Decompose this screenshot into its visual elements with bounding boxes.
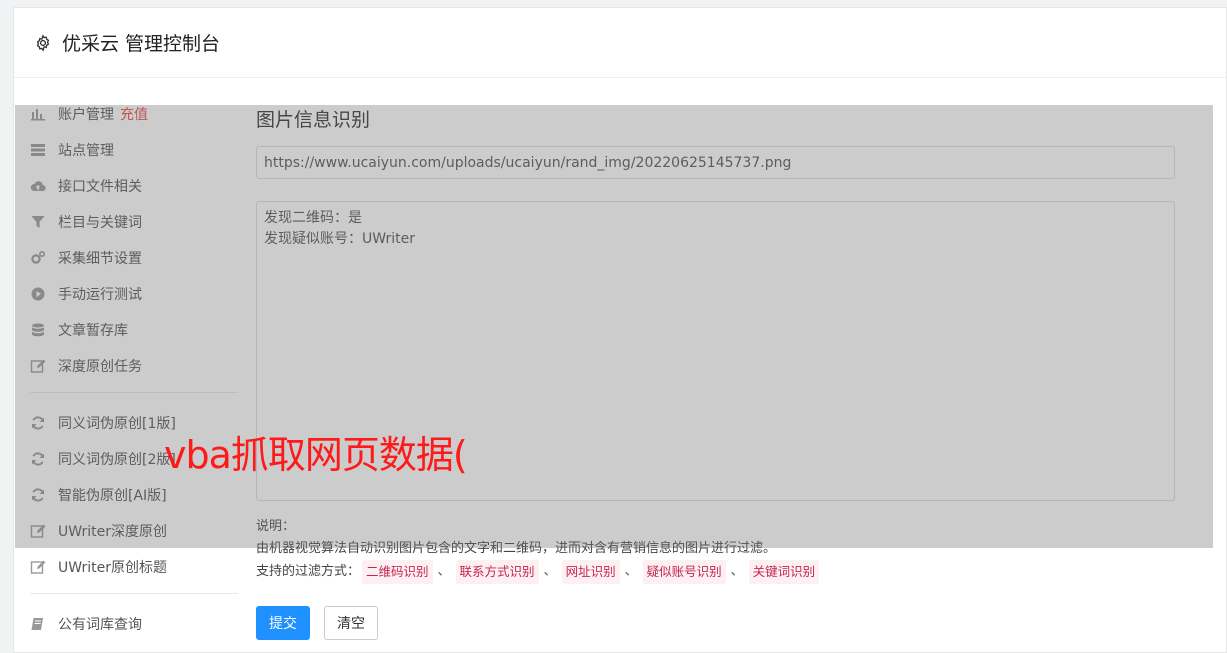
database-icon bbox=[30, 322, 46, 338]
sidebar-item[interactable]: 栏目与关键词 bbox=[30, 204, 238, 240]
result-line: 发现疑似账号：UWriter bbox=[264, 231, 415, 247]
sidebar-item[interactable]: UWriter深度原创 bbox=[30, 513, 238, 549]
submit-button[interactable]: 提交 bbox=[256, 606, 310, 640]
section-title: 图片信息识别 bbox=[256, 109, 371, 131]
description-label: 说明： bbox=[256, 519, 296, 534]
sidebar-item-label: 手动运行测试 bbox=[58, 287, 142, 303]
sidebar-item-label: 公有词库查询 bbox=[58, 617, 142, 633]
refresh-icon bbox=[30, 451, 46, 467]
sidebar-nav: 账户管理 充值站点管理接口文件相关 栏目与关键词 采集细节设置 手动运行测试 文章暂存库深… bbox=[30, 96, 238, 642]
filter-methods: 支持的过滤方式： 二维码识别 、 联系方式识别 、 网址识别 、 疑似账号识别 … bbox=[256, 560, 1177, 584]
image-url-input[interactable] bbox=[256, 146, 1175, 179]
gear-icon bbox=[34, 33, 52, 52]
edit-icon bbox=[30, 358, 46, 374]
sidebar-item[interactable]: 账户管理 充值 bbox=[30, 96, 238, 132]
sidebar-item-label: 同义词伪原创[1版] bbox=[58, 416, 176, 432]
filter-tag: 网址识别 bbox=[561, 560, 620, 584]
sidebar-item[interactable]: 公有词库查询 bbox=[30, 606, 238, 642]
result-line: 发现二维码：是 bbox=[264, 210, 362, 226]
sidebar-divider bbox=[30, 593, 238, 594]
sidebar-item-label: 文章暂存库 bbox=[58, 323, 128, 339]
action-buttons: 提交 清空 bbox=[256, 606, 1177, 640]
separator: 、 bbox=[543, 564, 557, 579]
sidebar-item-label: 智能伪原创[AI版] bbox=[58, 488, 167, 504]
sidebar-item-label: UWriter深度原创 bbox=[58, 524, 167, 540]
sidebar-item[interactable]: 采集细节设置 bbox=[30, 240, 238, 276]
sidebar-item[interactable]: 深度原创任务 bbox=[30, 348, 238, 384]
cloud-upload-icon bbox=[30, 178, 46, 194]
sidebar-item[interactable]: UWriter原创标题 bbox=[30, 549, 238, 585]
server-icon bbox=[30, 142, 46, 158]
sidebar-item-label: 站点管理 bbox=[58, 143, 114, 159]
sidebar-item-label: UWriter原创标题 bbox=[58, 560, 167, 576]
sidebar-item[interactable]: 接口文件相关 bbox=[30, 168, 238, 204]
separator: 、 bbox=[730, 564, 744, 579]
separator: 、 bbox=[624, 564, 638, 579]
edit-icon bbox=[30, 559, 46, 575]
sidebar-item-label: 栏目与关键词 bbox=[58, 215, 142, 231]
refresh-icon bbox=[30, 487, 46, 503]
sidebar-item[interactable]: 文章暂存库 bbox=[30, 312, 238, 348]
play-circle-icon bbox=[30, 286, 46, 302]
book-icon bbox=[30, 616, 46, 632]
sidebar-divider bbox=[30, 392, 238, 393]
refresh-icon bbox=[30, 415, 46, 431]
sidebar-item-label: 接口文件相关 bbox=[58, 179, 142, 195]
bar-chart-icon bbox=[30, 106, 46, 122]
cogs-icon bbox=[30, 250, 46, 266]
description: 说明： 由机器视觉算法自动识别图片包含的文字和二维码，进而对含有营销信息的图片进… bbox=[256, 516, 1177, 584]
filter-label: 支持的过滤方式： bbox=[256, 564, 361, 579]
sidebar-item[interactable]: 手动运行测试 bbox=[30, 276, 238, 312]
filter-icon bbox=[30, 214, 46, 230]
filter-tag: 二维码识别 bbox=[362, 560, 433, 584]
clear-button[interactable]: 清空 bbox=[324, 606, 378, 640]
sidebar-item-label: 同义词伪原创[2版] bbox=[58, 452, 176, 468]
description-text: 由机器视觉算法自动识别图片包含的文字和二维码，进而对含有营销信息的图片进行过滤。 bbox=[256, 541, 777, 556]
sidebar-item[interactable]: 站点管理 bbox=[30, 132, 238, 168]
page-title: 优采云 管理控制台 bbox=[62, 33, 221, 55]
sidebar-item-label: 深度原创任务 bbox=[58, 359, 142, 375]
main-content: 图片信息识别 发现二维码：是 发现疑似账号：UWriter 说明： 由机器视觉算… bbox=[256, 96, 1177, 640]
sidebar-item-label: 账户管理 bbox=[58, 107, 114, 123]
watermark-text: vba抓取网页数据( bbox=[164, 433, 468, 477]
page-header: 优采云 管理控制台 bbox=[14, 8, 1226, 78]
filter-tag: 疑似账号识别 bbox=[642, 560, 726, 584]
filter-tag: 关键词识别 bbox=[748, 560, 820, 584]
sidebar-item-label: 采集细节设置 bbox=[58, 251, 142, 267]
separator: 、 bbox=[437, 564, 451, 579]
filter-tag: 联系方式识别 bbox=[455, 560, 539, 584]
recharge-link[interactable]: 充值 bbox=[120, 104, 148, 124]
edit-icon bbox=[30, 523, 46, 539]
sidebar-item[interactable]: 智能伪原创[AI版] bbox=[30, 477, 238, 513]
